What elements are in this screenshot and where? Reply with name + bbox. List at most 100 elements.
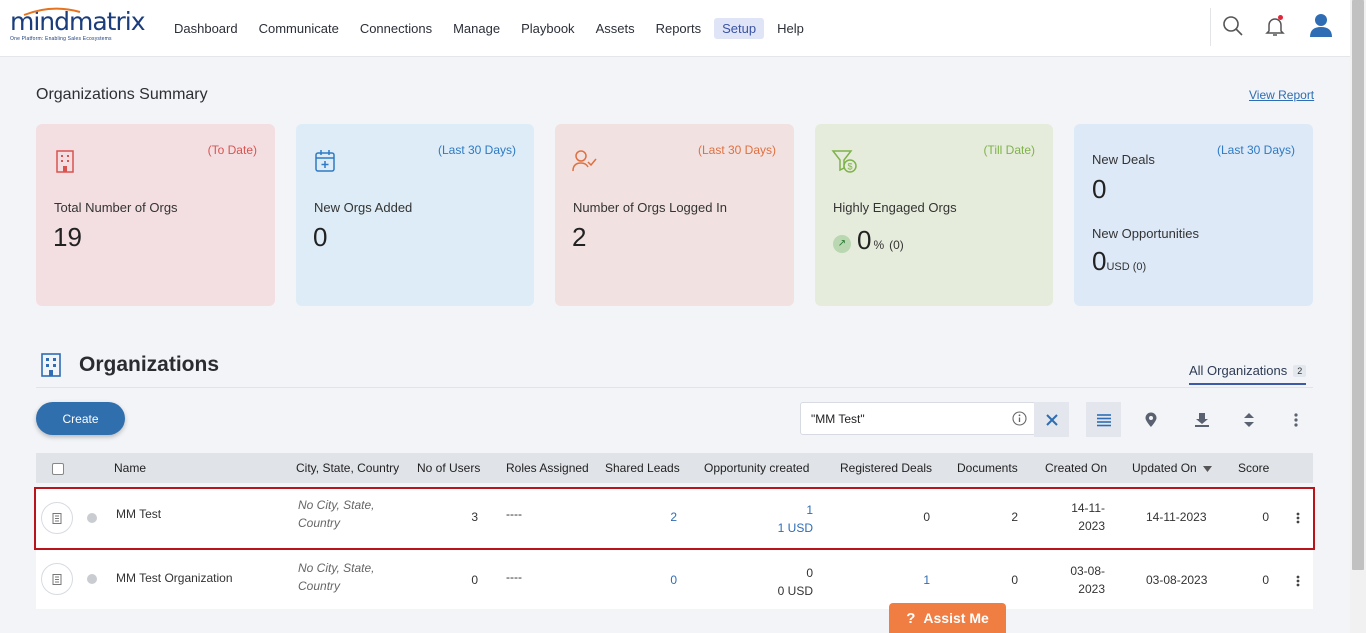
new-opportunities-count: (0): [1132, 261, 1147, 273]
opportunity-count: 0: [806, 566, 813, 580]
card-label: Total Number of Orgs: [54, 200, 178, 215]
card-unit: %: [873, 238, 885, 252]
sort-icon: [1243, 412, 1254, 427]
calendar-plus-icon: [315, 150, 335, 172]
brand-logo[interactable]: mindmatrix One Platform: Enabling Sales …: [10, 7, 146, 42]
card-label: Number of Orgs Logged In: [573, 200, 727, 215]
bell-icon[interactable]: [1263, 14, 1287, 38]
nav-communicate[interactable]: Communicate: [251, 18, 347, 39]
new-opportunities-value: 0: [1092, 246, 1107, 276]
card-value: 0: [857, 225, 872, 255]
select-all-checkbox[interactable]: [52, 463, 64, 475]
col-location[interactable]: City, State, Country: [296, 461, 399, 475]
opportunity-amount-link[interactable]: 1 USD: [778, 519, 813, 537]
building-icon: [56, 150, 74, 173]
svg-text:$: $: [847, 162, 852, 172]
scrollbar-thumb[interactable]: [1352, 0, 1364, 570]
col-shared-leads[interactable]: Shared Leads: [605, 461, 680, 475]
trend-up-icon: ↗: [833, 234, 851, 253]
nav-assets[interactable]: Assets: [588, 18, 643, 39]
row-menu-icon[interactable]: [1295, 511, 1301, 525]
nav-connections[interactable]: Connections: [352, 18, 440, 39]
card-engaged-orgs: $ (Till Date) Highly Engaged Orgs ↗ 0 % …: [815, 124, 1053, 306]
col-created-on[interactable]: Created On: [1045, 461, 1107, 475]
download-button[interactable]: [1184, 402, 1219, 437]
nav-playbook[interactable]: Playbook: [513, 18, 582, 39]
card-value: 19: [53, 222, 82, 252]
card-period: (Till Date): [983, 143, 1035, 157]
search-value: "MM Test": [811, 412, 865, 426]
col-registered-deals[interactable]: Registered Deals: [840, 461, 932, 475]
created-line1: 03-08-: [1070, 564, 1105, 578]
user-check-icon: [572, 150, 597, 172]
more-options-button[interactable]: [1278, 402, 1313, 437]
nav-manage[interactable]: Manage: [445, 18, 508, 39]
new-deals-label: New Deals: [1092, 152, 1155, 167]
col-score[interactable]: Score: [1238, 461, 1269, 475]
created-on: 03-08- 2023: [1070, 562, 1105, 598]
building-icon: [52, 512, 62, 524]
created-line2: 2023: [1078, 582, 1105, 596]
page-title: Organizations: [79, 353, 220, 376]
status-indicator: [87, 574, 97, 584]
shared-leads-link[interactable]: 0: [670, 573, 677, 587]
registered-deals-link[interactable]: 1: [923, 573, 930, 587]
col-users[interactable]: No of Users: [417, 461, 480, 475]
tab-all-organizations[interactable]: All Organizations 2: [1189, 363, 1307, 385]
list-view-button[interactable]: [1086, 402, 1121, 437]
nav-dashboard[interactable]: Dashboard: [166, 18, 246, 39]
col-opportunity[interactable]: Opportunity created: [704, 461, 809, 475]
col-roles[interactable]: Roles Assigned: [506, 461, 589, 475]
header-divider: [1210, 8, 1211, 46]
main-nav: Dashboard Communicate Connections Manage…: [166, 18, 817, 39]
shared-leads-link[interactable]: 2: [670, 510, 677, 524]
updated-on: 03-08-2023: [1146, 573, 1208, 587]
info-icon[interactable]: [1012, 411, 1027, 426]
table-row[interactable]: MM Test Organization No City, State, Cou…: [36, 550, 1313, 609]
list-view-icon: [1096, 413, 1111, 426]
created-on: 14-11- 2023: [1071, 499, 1105, 535]
notification-dot: [1278, 15, 1283, 20]
card-period: (Last 30 Days): [1216, 143, 1295, 157]
registered-deals: 0: [923, 510, 930, 524]
row-menu-icon[interactable]: [1295, 574, 1301, 588]
roles-assigned: ----: [506, 570, 522, 584]
nav-reports[interactable]: Reports: [648, 18, 710, 39]
updated-on: 14-11-2023: [1146, 510, 1207, 524]
card-label: New Orgs Added: [314, 200, 413, 215]
created-line1: 14-11-: [1071, 501, 1105, 515]
clear-search-button[interactable]: [1034, 402, 1069, 437]
org-name[interactable]: MM Test: [116, 507, 161, 521]
card-value: 0: [313, 222, 328, 252]
create-button[interactable]: Create: [36, 402, 125, 435]
scrollbar[interactable]: [1350, 0, 1366, 633]
opportunity-count-link[interactable]: 1: [778, 501, 813, 519]
col-updated-on[interactable]: Updated On: [1132, 461, 1197, 475]
nav-setup[interactable]: Setup: [714, 18, 765, 39]
org-name[interactable]: MM Test Organization: [116, 571, 233, 585]
search-input[interactable]: "MM Test": [800, 402, 1036, 435]
sort-desc-icon[interactable]: [1203, 466, 1212, 472]
opportunity-cell: 1 1 USD: [778, 501, 813, 537]
logo-swoosh-icon: [23, 7, 81, 16]
download-icon: [1194, 412, 1209, 427]
map-view-button[interactable]: [1133, 402, 1168, 437]
view-report-link[interactable]: View Report: [1249, 88, 1314, 102]
col-documents[interactable]: Documents: [957, 461, 1018, 475]
card-period: (Last 30 Days): [697, 143, 776, 157]
table-row[interactable]: MM Test No City, State, Country 3 ---- 2…: [34, 487, 1315, 550]
card-count: (0): [889, 238, 904, 252]
user-icon[interactable]: [1308, 12, 1334, 38]
kebab-icon: [1293, 412, 1298, 427]
engaged-value-group: ↗ 0 % (0): [833, 225, 904, 256]
funnel-dollar-icon: $: [831, 150, 857, 173]
location-line2: Country: [298, 579, 341, 593]
summary-title: Organizations Summary: [36, 86, 208, 103]
col-name[interactable]: Name: [114, 461, 146, 475]
search-icon[interactable]: [1221, 14, 1245, 38]
nav-help[interactable]: Help: [769, 18, 812, 39]
created-line2: 2023: [1078, 519, 1105, 533]
org-location: No City, State, Country: [298, 559, 374, 595]
assist-me-button[interactable]: ? Assist Me: [889, 603, 1006, 633]
sort-button[interactable]: [1231, 402, 1266, 437]
